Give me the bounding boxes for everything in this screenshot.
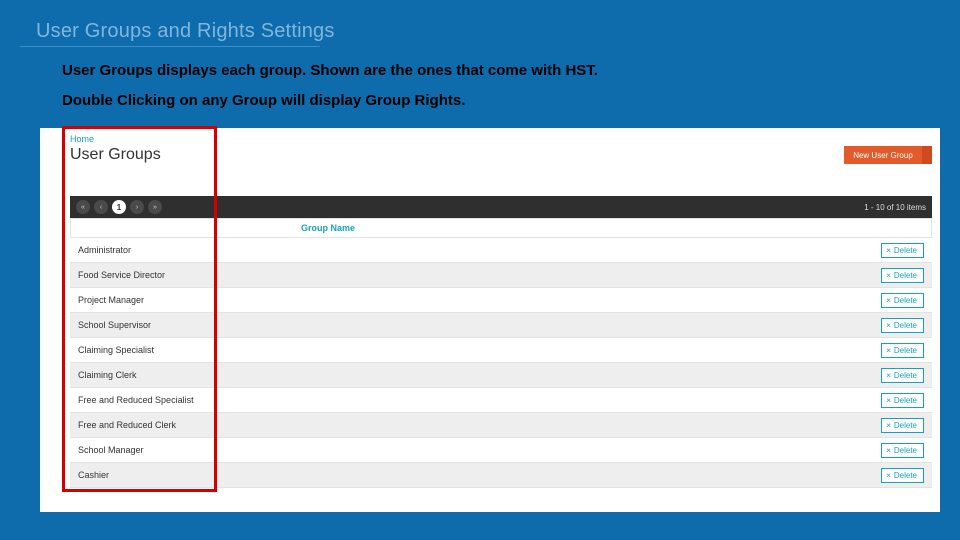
title-underline [20,46,320,47]
new-user-group-button[interactable]: New User Group [844,146,922,164]
delete-button[interactable]: ×Delete [881,468,924,483]
caption-line-2: Double Clicking on any Group will displa… [62,92,465,109]
group-name-cell: Project Manager [78,295,144,305]
group-name-cell: Claiming Specialist [78,345,154,355]
app-screenshot: Home User Groups New User Group « ‹ 1 › … [40,128,940,512]
delete-label: Delete [894,421,917,430]
table-row[interactable]: Project Manager ×Delete [70,288,932,313]
table-row[interactable]: Food Service Director ×Delete [70,263,932,288]
column-header-group-name[interactable]: Group Name [301,223,355,233]
close-icon: × [886,272,891,280]
table-header: Group Name [70,218,932,238]
table-row[interactable]: Claiming Clerk ×Delete [70,363,932,388]
delete-button[interactable]: ×Delete [881,368,924,383]
breadcrumb[interactable]: Home [70,134,94,144]
close-icon: × [886,322,891,330]
delete-button[interactable]: ×Delete [881,418,924,433]
pager-last-button[interactable]: » [148,200,162,214]
pager-current-page[interactable]: 1 [112,200,126,214]
group-name-cell: Food Service Director [78,270,165,280]
delete-label: Delete [894,371,917,380]
close-icon: × [886,397,891,405]
delete-button[interactable]: ×Delete [881,393,924,408]
group-name-cell: School Manager [78,445,144,455]
group-name-cell: School Supervisor [78,320,151,330]
group-name-cell: Administrator [78,245,131,255]
close-icon: × [886,422,891,430]
page-title: User Groups [70,146,161,164]
close-icon: × [886,347,891,355]
close-icon: × [886,297,891,305]
delete-button[interactable]: ×Delete [881,318,924,333]
table-row[interactable]: Free and Reduced Specialist ×Delete [70,388,932,413]
delete-label: Delete [894,271,917,280]
close-icon: × [886,472,891,480]
delete-label: Delete [894,246,917,255]
delete-label: Delete [894,396,917,405]
delete-button[interactable]: ×Delete [881,293,924,308]
pager-info: 1 - 10 of 10 items [864,203,926,212]
group-name-cell: Free and Reduced Specialist [78,395,194,405]
delete-button[interactable]: ×Delete [881,343,924,358]
table-row[interactable]: School Supervisor ×Delete [70,313,932,338]
table-row[interactable]: Free and Reduced Clerk ×Delete [70,413,932,438]
table-row[interactable]: Claiming Specialist ×Delete [70,338,932,363]
table-body: Administrator ×Delete Food Service Direc… [70,238,932,488]
close-icon: × [886,247,891,255]
delete-label: Delete [894,296,917,305]
close-icon: × [886,372,891,380]
slide-title: User Groups and Rights Settings [36,20,335,43]
group-name-cell: Claiming Clerk [78,370,137,380]
group-name-cell: Free and Reduced Clerk [78,420,176,430]
delete-button[interactable]: ×Delete [881,243,924,258]
delete-label: Delete [894,346,917,355]
pager-first-button[interactable]: « [76,200,90,214]
delete-button[interactable]: ×Delete [881,443,924,458]
table-row[interactable]: School Manager ×Delete [70,438,932,463]
close-icon: × [886,447,891,455]
delete-label: Delete [894,321,917,330]
pager-next-button[interactable]: › [130,200,144,214]
delete-label: Delete [894,471,917,480]
pager-bar: « ‹ 1 › » 1 - 10 of 10 items [70,196,932,218]
caption-line-1: User Groups displays each group. Shown a… [62,62,598,79]
pager-prev-button[interactable]: ‹ [94,200,108,214]
table-row[interactable]: Cashier ×Delete [70,463,932,488]
delete-label: Delete [894,446,917,455]
group-name-cell: Cashier [78,470,109,480]
table-row[interactable]: Administrator ×Delete [70,238,932,263]
delete-button[interactable]: ×Delete [881,268,924,283]
new-user-group-dropdown-icon[interactable] [922,146,932,164]
